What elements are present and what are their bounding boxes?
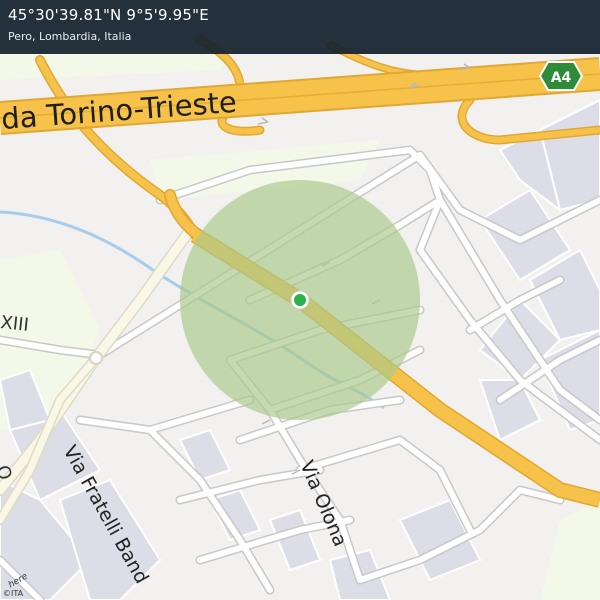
road-label-xiii: XIII (0, 312, 30, 336)
coordinates-text: 45°30'39.81"N 9°5'9.95"E (8, 6, 209, 24)
map-canvas[interactable]: da Torino-Trieste A4 XIII O Via Olona Vi… (0, 0, 600, 600)
a4-highway-shield: A4 (538, 61, 584, 91)
a4-shield-label: A4 (551, 70, 572, 86)
place-name-text: Pero, Lombardia, Italia (8, 30, 132, 43)
map-attribution: ©ITA (3, 589, 24, 598)
location-header: 45°30'39.81"N 9°5'9.95"E Pero, Lombardia… (0, 0, 600, 54)
location-marker[interactable] (290, 290, 310, 310)
roundabout (89, 351, 103, 365)
